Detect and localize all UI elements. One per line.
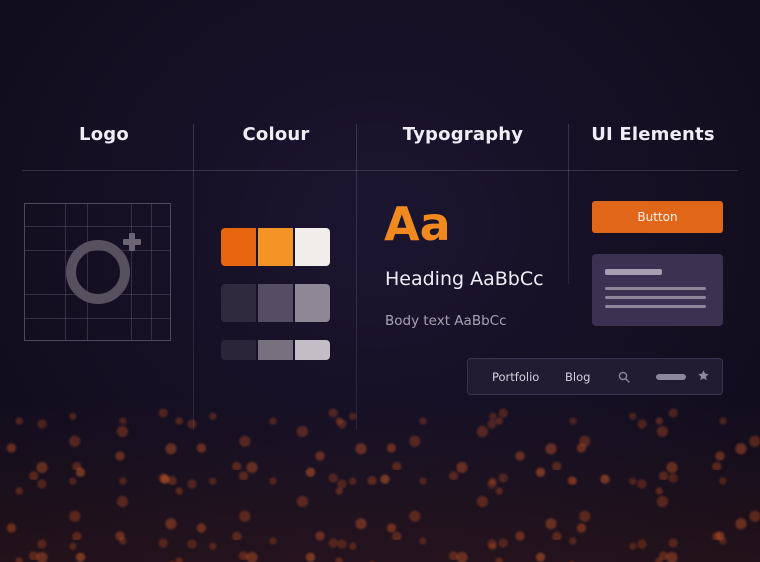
colour-swatch[interactable] (221, 340, 256, 360)
typography-heading-sample: Heading AaBbCc (385, 268, 544, 290)
colour-palette-row (221, 284, 330, 322)
card-text-bar (605, 287, 706, 290)
colour-swatch[interactable] (258, 340, 293, 360)
colour-palette-row (221, 228, 330, 266)
column-title-typography: Typography (402, 124, 524, 145)
column-divider-3 (568, 124, 569, 284)
sample-button[interactable]: Button (592, 201, 723, 233)
nav-item-portfolio[interactable]: Portfolio (492, 370, 539, 384)
sample-nav-bar: Portfolio Blog (467, 358, 723, 395)
colour-swatch[interactable] (221, 228, 256, 266)
colour-swatch[interactable] (295, 284, 330, 322)
header-divider (22, 170, 738, 171)
column-title-ui-elements: UI Elements (591, 124, 715, 145)
card-text-bar (605, 296, 706, 299)
column-title-logo: Logo (79, 124, 129, 145)
column-title-colour: Colour (242, 124, 310, 145)
typography-body-sample: Body text AaBbCc (385, 313, 507, 329)
card-text-bar (605, 305, 706, 308)
star-icon[interactable] (697, 369, 710, 382)
column-divider-1 (193, 124, 194, 430)
colour-swatch[interactable] (295, 340, 330, 360)
logo-plus-icon (123, 233, 141, 251)
nav-placeholder-pill (656, 374, 686, 380)
search-icon[interactable] (618, 371, 630, 383)
card-title-bar (605, 269, 662, 275)
colour-swatch[interactable] (295, 228, 330, 266)
sample-card (592, 254, 723, 326)
logo-ring-mark (66, 240, 130, 304)
colour-palette-row (221, 340, 330, 360)
colour-swatch[interactable] (221, 284, 256, 322)
colour-swatch[interactable] (258, 284, 293, 322)
column-divider-2 (356, 124, 357, 430)
typography-display-sample: Aa (384, 197, 451, 251)
bokeh-background (0, 400, 760, 562)
nav-item-blog[interactable]: Blog (565, 370, 590, 384)
colour-swatch[interactable] (258, 228, 293, 266)
